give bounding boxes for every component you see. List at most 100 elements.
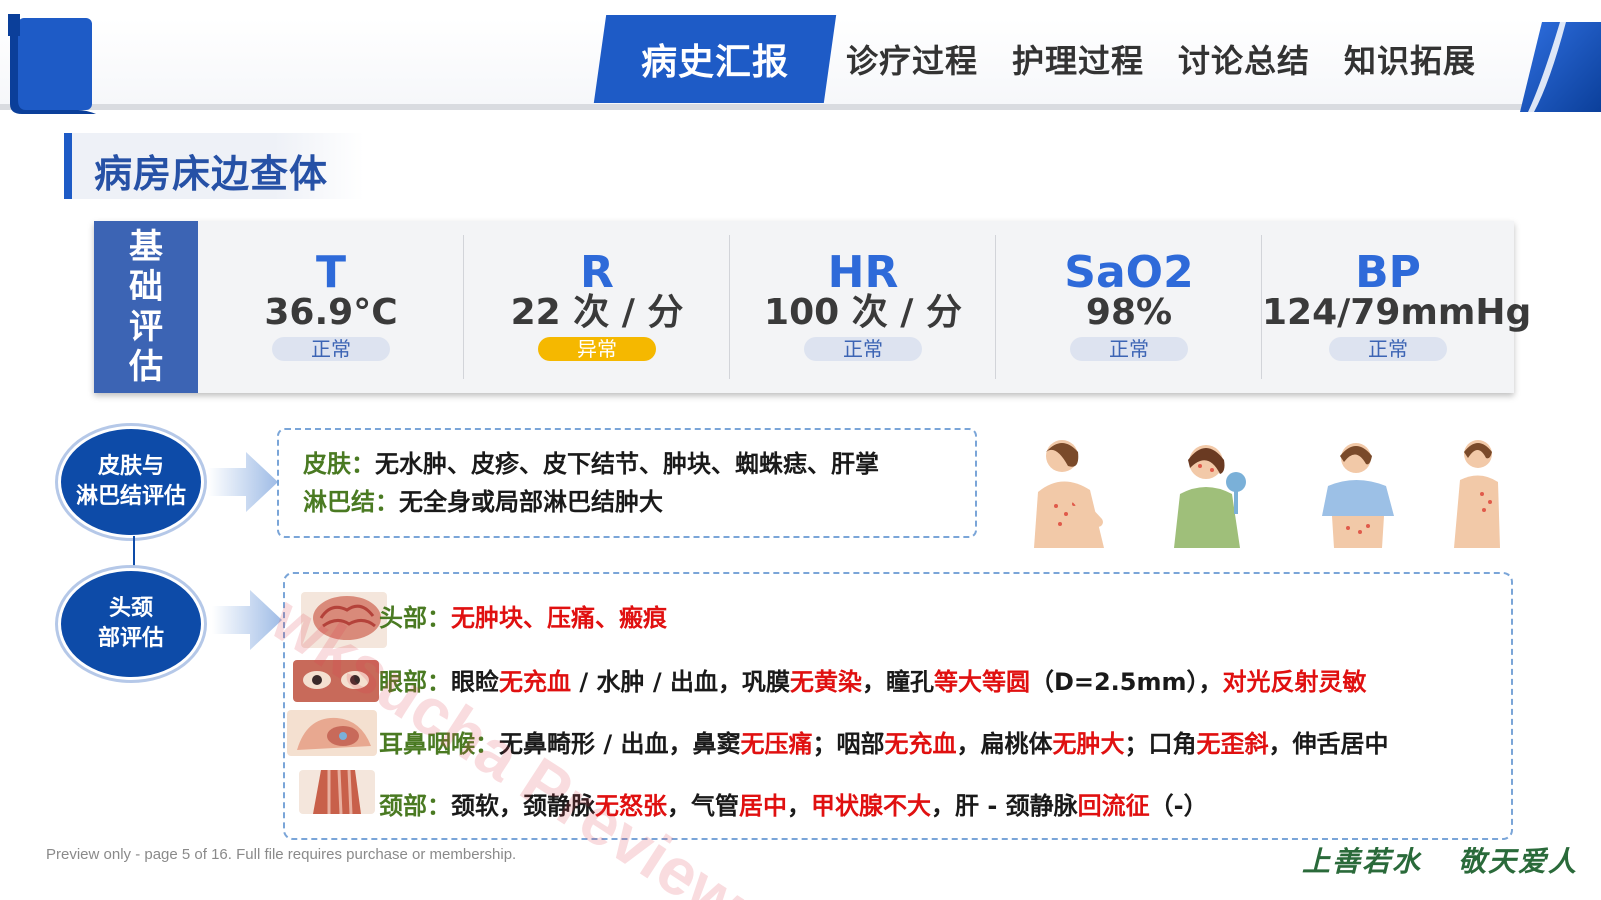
vitals-side-char: 础 bbox=[129, 267, 163, 307]
circle-label: 皮肤与 淋巴结评估 bbox=[66, 452, 196, 512]
plain-text: 无鼻畸形 / 出血，鼻窦 bbox=[499, 730, 741, 758]
connector-line bbox=[133, 536, 135, 570]
highlight-text: 无肿大 bbox=[1052, 730, 1125, 758]
plain-text: （D=2.5mm）， bbox=[1029, 668, 1223, 696]
eye-line: 眼部：眼睑无充血 / 水肿 / 出血，巩膜无黄染，瞳孔等大等圆（D=2.5mm）… bbox=[379, 662, 1367, 697]
preview-note: Preview only - page 5 of 16. Full file r… bbox=[46, 846, 517, 863]
vital-value: 36.9°C bbox=[264, 292, 398, 333]
vital-label: R bbox=[580, 247, 614, 298]
neck-line: 颈部：颈软，颈静脉无怒张，气管居中，甲状腺不大，肝 - 颈静脉回流征（-） bbox=[379, 786, 1208, 821]
nav-tab-diagnosis[interactable]: 诊疗过程 bbox=[846, 36, 978, 82]
highlight-text: 无黄染 bbox=[789, 668, 862, 696]
vital-label: BP bbox=[1355, 247, 1421, 298]
highlight-text: 无压痛 bbox=[740, 730, 813, 758]
motto-right: 敬天爱人 bbox=[1458, 845, 1579, 878]
status-badge: 正常 bbox=[1070, 337, 1188, 361]
head-line: 头部：无肿块、压痛、瘢痕 bbox=[379, 598, 667, 633]
anatomy-thumbnail-icon bbox=[293, 660, 379, 702]
nav-tab-knowledge[interactable]: 知识拓展 bbox=[1344, 36, 1476, 82]
corner-accent bbox=[1520, 22, 1601, 112]
head-label: 头部： bbox=[379, 604, 451, 632]
highlight-text: 等大等圆 bbox=[933, 668, 1030, 696]
lymph-text: 无全身或局部淋巴结肿大 bbox=[399, 488, 663, 516]
page-title: 病房床边查体 bbox=[94, 152, 329, 196]
vitals-side-char: 估 bbox=[129, 347, 163, 387]
arrow-right-icon bbox=[212, 590, 282, 650]
skin-lymph-box: 皮肤：无水肿、皮疹、皮下结节、肿块、蜘蛛痣、肝掌 淋巴结：无全身或局部淋巴结肿大 bbox=[277, 428, 977, 538]
plain-text: 颈软，颈静脉 bbox=[451, 792, 595, 820]
vital-value: 22 次 / 分 bbox=[510, 292, 684, 333]
section-title-bar bbox=[64, 133, 72, 199]
ent-label: 耳鼻咽喉： bbox=[379, 730, 499, 758]
nav-tab-nursing[interactable]: 护理过程 bbox=[1012, 36, 1144, 82]
circle-label-line: 部评估 bbox=[97, 626, 164, 651]
highlight-text: 甲状腺不大 bbox=[811, 792, 931, 820]
vital-value: 98% bbox=[1085, 292, 1173, 333]
plain-text: ，伸舌居中 bbox=[1268, 730, 1389, 758]
circle-label-line: 淋巴结评估 bbox=[75, 484, 186, 509]
vital-temperature: T 36.9°C 正常 bbox=[198, 221, 464, 393]
circle-label-line: 头颈 bbox=[108, 596, 153, 621]
vital-heart-rate: HR 100 次 / 分 正常 bbox=[730, 221, 996, 393]
highlight-text: 居中 bbox=[739, 792, 787, 820]
arrow-right-icon bbox=[208, 452, 278, 512]
status-badge: 正常 bbox=[1329, 337, 1447, 361]
lymph-line: 淋巴结：无全身或局部淋巴结肿大 bbox=[303, 482, 663, 517]
nav-tab-discussion[interactable]: 讨论总结 bbox=[1178, 36, 1310, 82]
vital-value: 100 次 / 分 bbox=[764, 292, 962, 333]
plain-text: （-） bbox=[1149, 792, 1208, 820]
plain-text: ，肝 - 颈静脉 bbox=[931, 792, 1078, 820]
header: 病史汇报 诊疗过程 护理过程 讨论总结 知识拓展 bbox=[0, 0, 1601, 120]
vital-oxygen-saturation: SaO2 98% 正常 bbox=[996, 221, 1262, 393]
highlight-text: 无充血 bbox=[884, 730, 957, 758]
eye-label: 眼部： bbox=[379, 668, 451, 696]
skin-line: 皮肤：无水肿、皮疹、皮下结节、肿块、蜘蛛痣、肝掌 bbox=[303, 444, 879, 479]
vital-label: SaO2 bbox=[1064, 247, 1194, 298]
status-badge: 正常 bbox=[272, 337, 390, 361]
skin-text: 无水肿、皮疹、皮下结节、肿块、蜘蛛痣、肝掌 bbox=[375, 450, 879, 478]
person-illustration-icon bbox=[1322, 443, 1394, 548]
anatomy-thumbnail-icon bbox=[301, 592, 387, 648]
status-badge-abnormal: 异常 bbox=[538, 337, 656, 361]
plain-text: ，扁桃体 bbox=[956, 730, 1053, 758]
status-badge: 正常 bbox=[804, 337, 922, 361]
nav-tab-medical-history[interactable]: 病史汇报 bbox=[600, 15, 830, 103]
vital-label: HR bbox=[827, 247, 899, 298]
anatomy-thumbnail-icon bbox=[299, 770, 375, 814]
ent-line: 耳鼻咽喉：无鼻畸形 / 出血，鼻窦无压痛；咽部无充血，扁桃体无肿大；口角无歪斜，… bbox=[379, 724, 1388, 759]
vitals-side-char: 评 bbox=[129, 307, 163, 347]
vital-blood-pressure: BP 124/79mmHg 正常 bbox=[1262, 221, 1532, 393]
head-neck-box: 头部：无肿块、压痛、瘢痕 眼部：眼睑无充血 / 水肿 / 出血，巩膜无黄染，瞳孔… bbox=[283, 572, 1513, 840]
highlight-text: 回流征 bbox=[1077, 792, 1150, 820]
vitals-side-char: 基 bbox=[129, 227, 163, 267]
plain-text: 眼睑 bbox=[451, 668, 499, 696]
plain-text: ，气管 bbox=[667, 792, 739, 820]
neck-label: 颈部： bbox=[379, 792, 451, 820]
anatomy-thumbnail-icon bbox=[287, 710, 377, 756]
head-neck-circle: 头颈 部评估 bbox=[58, 568, 204, 680]
highlight-text: 无怒张 bbox=[595, 792, 667, 820]
circle-label-line: 皮肤与 bbox=[97, 454, 164, 479]
motto-left: 上善若水 bbox=[1302, 845, 1423, 878]
scroll-logo-icon bbox=[8, 14, 96, 114]
plain-text: ，瞳孔 bbox=[861, 668, 934, 696]
highlight-text: 无肿块、压痛、瘢痕 bbox=[451, 604, 667, 632]
vitals-side-label: 基 础 评 估 bbox=[94, 221, 198, 393]
plain-text: ；咽部 bbox=[812, 730, 885, 758]
vitals-panel: 基 础 评 估 T 36.9°C 正常 R 22 次 / 分 异常 HR 100… bbox=[94, 221, 1532, 393]
section-title: 病房床边查体 bbox=[64, 133, 364, 199]
plain-text: / 水肿 / 出血，巩膜 bbox=[571, 668, 790, 696]
skin-lymph-circle: 皮肤与 淋巴结评估 bbox=[58, 426, 204, 538]
circle-label: 头颈 部评估 bbox=[66, 594, 196, 654]
person-illustration-icon bbox=[1174, 445, 1246, 548]
skin-label: 皮肤： bbox=[303, 450, 375, 478]
highlight-text: 无歪斜 bbox=[1196, 730, 1269, 758]
vital-label: T bbox=[315, 247, 346, 298]
lymph-label: 淋巴结： bbox=[303, 488, 399, 516]
plain-text: ；口角 bbox=[1124, 730, 1197, 758]
vital-respiration: R 22 次 / 分 异常 bbox=[464, 221, 730, 393]
top-nav: 病史汇报 诊疗过程 护理过程 讨论总结 知识拓展 bbox=[600, 14, 1476, 104]
plain-text: ， bbox=[787, 792, 811, 820]
vital-value: 124/79mmHg bbox=[1262, 292, 1532, 333]
highlight-text: 无充血 bbox=[499, 668, 571, 696]
